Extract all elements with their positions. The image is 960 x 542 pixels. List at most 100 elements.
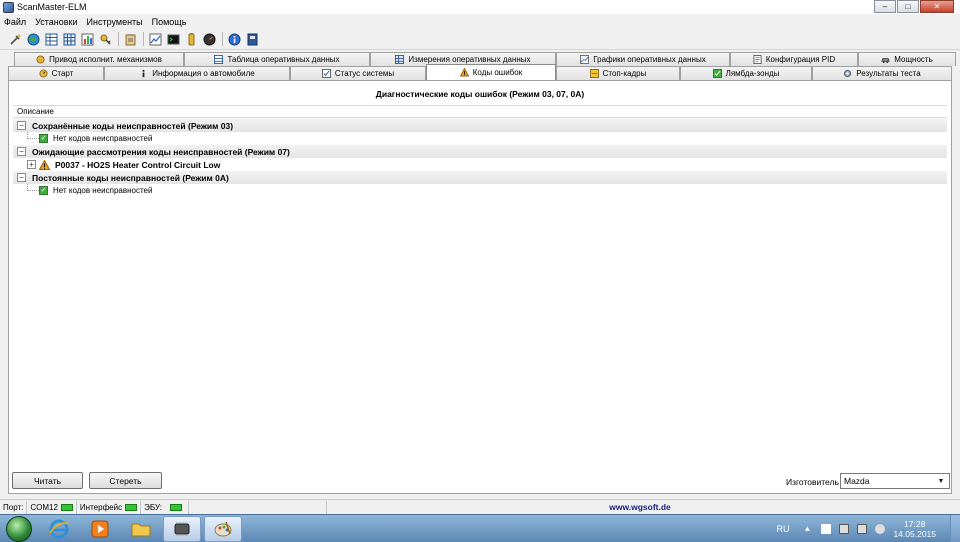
chart-icon[interactable] xyxy=(80,32,94,46)
tab-live-data-table[interactable]: Таблица оперативных данных xyxy=(184,52,370,66)
arrow-up-icon[interactable]: ▲ xyxy=(803,524,813,534)
paint-icon[interactable] xyxy=(204,515,242,542)
freeze-frame-icon xyxy=(589,69,599,78)
language-indicator[interactable]: RU xyxy=(776,524,789,534)
clock-time: 17:28 xyxy=(904,518,926,529)
flag-icon[interactable] xyxy=(821,524,832,534)
volume-icon[interactable] xyxy=(875,524,886,534)
warning-icon xyxy=(459,68,469,77)
manufacturer-select[interactable]: Mazda ▼ xyxy=(840,473,950,489)
globe-icon[interactable] xyxy=(26,32,40,46)
status-spacer xyxy=(189,500,328,514)
maximize-button[interactable]: □ xyxy=(897,0,919,13)
menu-file[interactable]: Файл xyxy=(4,17,26,27)
taskbar: RU ▲ 17:28 14.05.2015 xyxy=(0,514,960,542)
gauge-icon xyxy=(39,69,48,78)
tab-start[interactable]: Старт xyxy=(8,66,104,80)
manufacturer-label: Изготовитель xyxy=(786,477,839,487)
ok-icon: ✓ xyxy=(39,134,48,143)
status-interface: Интерфейс xyxy=(77,500,142,514)
status-port: Порт: xyxy=(0,500,28,514)
status-port-value: COM12 xyxy=(27,500,77,514)
menu-tools[interactable]: Инструменты xyxy=(87,17,143,27)
warning-icon xyxy=(39,159,50,170)
collapse-toggle[interactable]: − xyxy=(17,121,26,130)
gear-icon xyxy=(844,69,852,78)
actuator-icon xyxy=(36,55,45,64)
tree-connector xyxy=(27,184,39,191)
interface-led xyxy=(125,503,138,511)
tab-actuators[interactable]: Привод исполнит. механизмов xyxy=(14,52,184,66)
scanmaster-icon[interactable] xyxy=(163,515,201,542)
start-button[interactable] xyxy=(6,515,32,542)
tab-pid-config[interactable]: Конфигурация PID xyxy=(730,52,858,66)
network-icon[interactable] xyxy=(857,524,868,534)
gauge-icon[interactable] xyxy=(202,32,216,46)
tab-label: Лямбда-зонды xyxy=(725,69,780,78)
tab-system-status[interactable]: Статус системы xyxy=(290,66,426,80)
clipboard-icon[interactable] xyxy=(123,32,137,46)
minimize-button[interactable]: ‒ xyxy=(874,0,896,13)
car-icon xyxy=(881,58,890,64)
tab-live-data-graphs[interactable]: Графики оперативных данных xyxy=(556,52,730,66)
tab-o2-sensors[interactable]: Лямбда-зонды xyxy=(680,66,812,80)
toolbar-separator xyxy=(118,32,119,46)
document-icon xyxy=(753,55,762,64)
media-player-icon[interactable] xyxy=(81,516,119,542)
sensor-icon xyxy=(712,69,722,78)
chevron-down-icon[interactable]: ▼ xyxy=(935,475,947,487)
terminal-icon[interactable] xyxy=(166,32,180,46)
tab-freeze-frames[interactable]: Стоп-кадры xyxy=(556,66,680,80)
toolbar xyxy=(0,29,960,50)
menu-help[interactable]: Помощь xyxy=(152,17,187,27)
dtc-tree: − Сохранённые коды неисправностей (Режим… xyxy=(13,119,947,197)
table-icon[interactable] xyxy=(44,32,58,46)
battery-icon[interactable] xyxy=(184,32,198,46)
group-pending-codes[interactable]: − Ожидающие рассмотрения коды неисправно… xyxy=(13,145,947,158)
clock[interactable]: 17:28 14.05.2015 xyxy=(893,519,936,539)
ok-icon: ✓ xyxy=(39,186,48,195)
group-label: Сохранённые коды неисправностей (Режим 0… xyxy=(32,120,234,131)
list-item[interactable]: ✓ Нет кодов неисправностей xyxy=(13,132,947,145)
close-button[interactable]: ✕ xyxy=(920,0,954,13)
grid-icon xyxy=(395,55,405,64)
collapse-toggle[interactable]: − xyxy=(17,147,26,156)
dtc-label: P0037 - HO2S Heater Control Circuit Low xyxy=(55,159,221,170)
website-link[interactable]: www.wgsoft.de xyxy=(320,502,960,512)
tab-label: Мощность xyxy=(894,55,933,64)
menu-settings[interactable]: Установки xyxy=(35,17,77,27)
app-icon xyxy=(3,1,14,13)
connect-icon[interactable] xyxy=(8,32,22,46)
tab-label: Старт xyxy=(51,69,74,78)
tab-label: Статус системы xyxy=(334,69,395,78)
tab-trouble-codes[interactable]: Коды ошибок xyxy=(426,64,556,80)
list-item[interactable]: ✓ Нет кодов неисправностей xyxy=(13,184,947,197)
column-header-description[interactable]: Описание xyxy=(13,105,947,118)
clock-date: 14.05.2015 xyxy=(893,529,936,539)
tab-label: Измерения оперативных данных xyxy=(408,55,531,64)
collapse-toggle[interactable]: − xyxy=(17,173,26,182)
dtc-item[interactable]: + P0037 - HO2S Heater Control Circuit Lo… xyxy=(13,158,947,171)
group-permanent-codes[interactable]: − Постоянные коды неисправностей (Режим … xyxy=(13,171,947,184)
tab-power[interactable]: Мощность xyxy=(858,52,956,66)
ecu-led xyxy=(170,503,183,511)
toolbar-separator xyxy=(143,32,144,46)
ecu-label: ЭБУ: xyxy=(144,502,163,512)
window-title: ScanMaster-ELM xyxy=(17,2,87,12)
clear-button[interactable]: Стереть xyxy=(89,472,162,489)
info-icon[interactable] xyxy=(227,32,241,46)
grid-icon[interactable] xyxy=(62,32,76,46)
help-icon[interactable] xyxy=(245,32,259,46)
graph-icon[interactable] xyxy=(148,32,162,46)
folder-icon[interactable] xyxy=(122,516,160,542)
ie-icon[interactable] xyxy=(40,516,78,542)
show-desktop-button[interactable] xyxy=(950,515,960,542)
group-label: Постоянные коды неисправностей (Режим 0A… xyxy=(32,172,229,183)
group-stored-codes[interactable]: − Сохранённые коды неисправностей (Режим… xyxy=(13,119,947,132)
expand-toggle[interactable]: + xyxy=(27,160,36,169)
device-icon[interactable] xyxy=(839,524,850,534)
tab-test-results[interactable]: Результаты теста xyxy=(812,66,952,80)
key-icon[interactable] xyxy=(98,32,112,46)
read-button[interactable]: Читать xyxy=(12,472,83,489)
tab-vehicle-info[interactable]: Информация о автомобиле xyxy=(104,66,290,80)
